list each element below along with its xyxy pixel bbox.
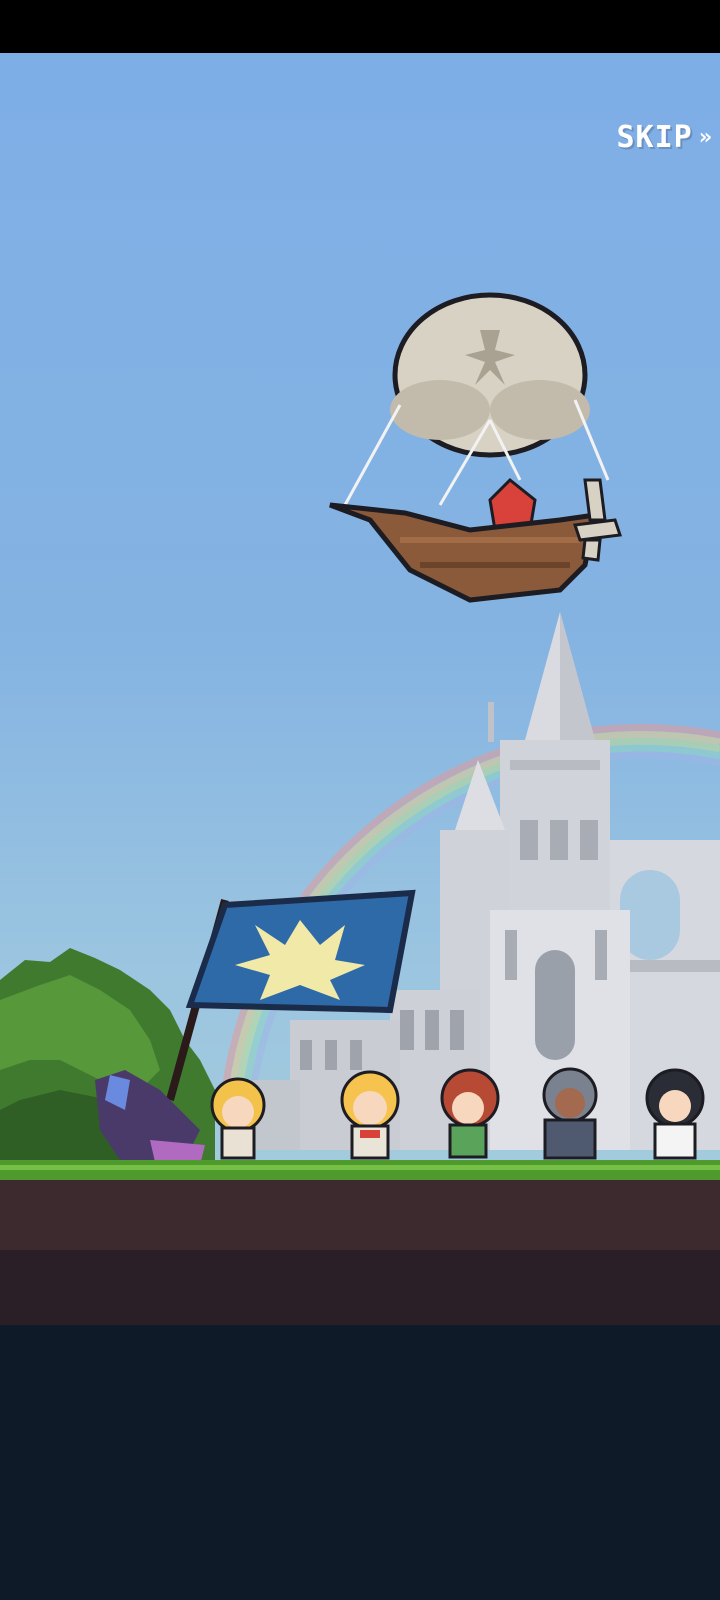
ground <box>0 1160 720 1325</box>
status-bar <box>0 0 720 53</box>
bottom-panel <box>0 1325 720 1600</box>
scene-art <box>0 292 720 1325</box>
game-scene: SKIP » <box>0 53 720 1325</box>
airship <box>329 292 623 603</box>
character-dark-haired-maid <box>645 1068 705 1160</box>
skip-label: SKIP <box>616 119 693 155</box>
skip-button[interactable]: SKIP » <box>616 115 713 159</box>
skip-chevron-icon: » <box>698 124 712 150</box>
character-armored-knight <box>542 1067 598 1160</box>
